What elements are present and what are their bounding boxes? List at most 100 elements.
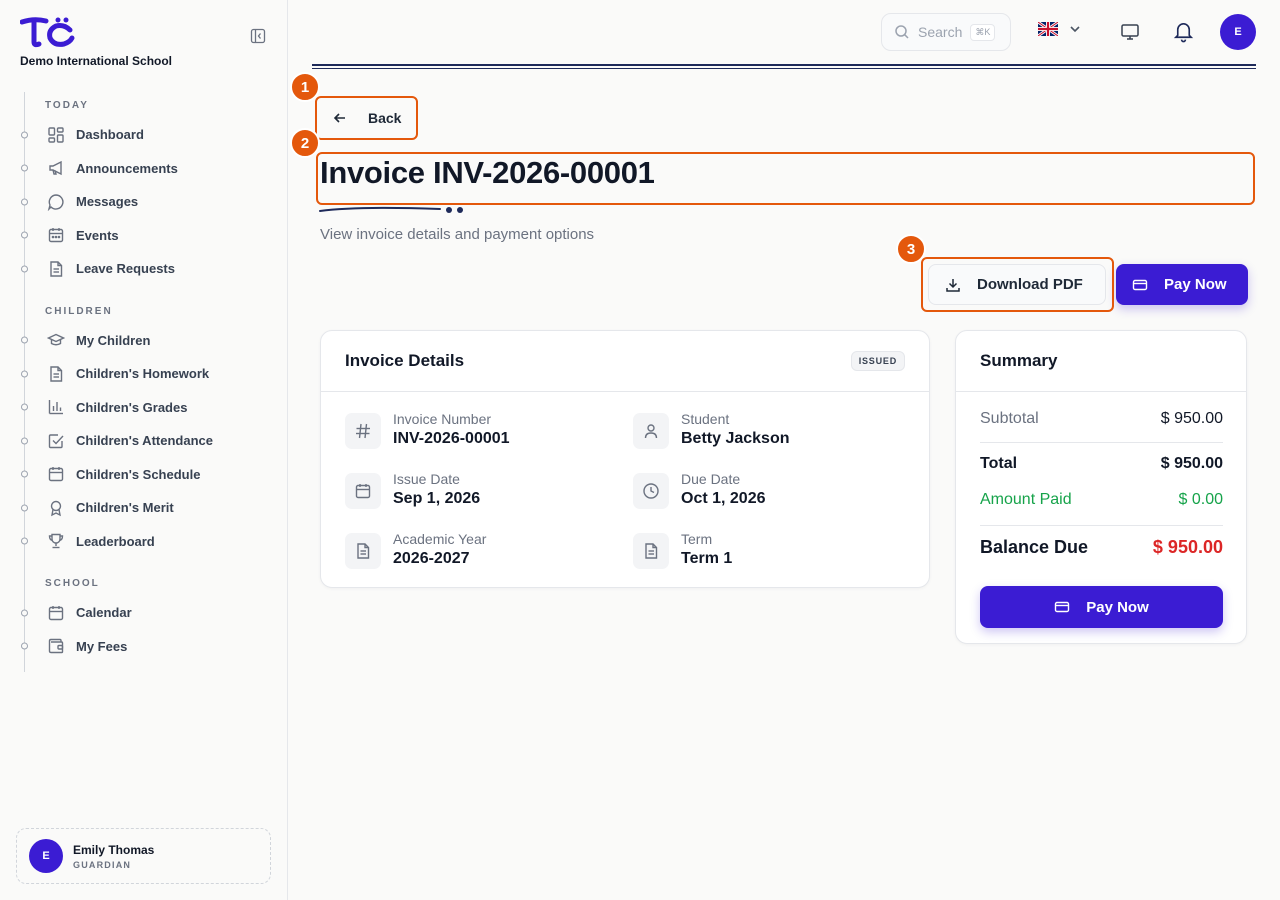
card-title: Summary [980,351,1058,370]
user-avatar[interactable]: E [1220,14,1256,50]
sidebar-item-label: My Fees [76,638,128,654]
chevron-down-icon [1070,26,1080,33]
amount-paid-row: Amount Paid $ 0.00 [980,491,1223,509]
user-card[interactable]: E Emily Thomas GUARDIAN [16,828,271,884]
pay-now-button[interactable]: Pay Now [1116,264,1248,305]
document-icon [50,366,63,382]
search-shortcut: ⌘K [970,23,996,41]
sidebar-item-leaderboard[interactable]: Leaderboard [25,525,274,559]
user-name: Emily Thomas [73,842,155,857]
annotation-badge: 2 [290,128,320,158]
sidebar-item-label: My Children [76,332,151,348]
sidebar-item-label: Children's Schedule [76,466,201,482]
summary-card: Summary Subtotal $ 950.00 Total $ 950.00… [955,330,1247,644]
sidebar-item-my-fees[interactable]: My Fees [25,630,274,664]
nav-section-school: SCHOOL [45,578,100,589]
nav-section-today: TODAY [45,100,89,111]
collapse-sidebar-icon[interactable] [250,28,266,44]
page-subtitle: View invoice details and payment options [320,226,595,243]
annotation-badge: 1 [290,72,320,102]
user-role: GUARDIAN [73,859,132,870]
field-label: Issue Date [393,471,460,487]
sidebar-item-my-children[interactable]: My Children [25,324,274,358]
field-student: Student Betty Jackson [633,411,790,449]
title-underline [319,206,463,213]
annotation-badge: 3 [896,234,926,264]
total-label: Total [980,455,1018,472]
sidebar-nav: TODAY Dashboard Announcements Messages E… [24,92,274,672]
header-divider [312,64,1256,69]
graduation-cap-icon [47,333,65,346]
sidebar: Demo International School TODAY Dashboar… [0,0,288,900]
nav-gap [25,286,274,298]
calendar-icon [48,605,64,620]
sidebar-item-leave-requests[interactable]: Leave Requests [25,252,274,286]
megaphone-icon [49,161,62,176]
language-select[interactable] [1038,22,1082,36]
card-title: Invoice Details [345,351,465,370]
field-value: Term 1 [681,550,733,567]
field-value: 2026-2027 [393,550,470,567]
sidebar-item-events[interactable]: Events [25,219,274,253]
calendar-icon [355,484,371,499]
sidebar-item-label: Children's Attendance [76,433,213,449]
amount-paid-value: $ 0.00 [1178,491,1223,508]
checkbox-icon [48,434,64,448]
status-badge: ISSUED [850,351,905,371]
subtotal-value: $ 950.00 [1160,410,1223,427]
bell-icon[interactable] [1172,20,1195,43]
trophy-icon [48,534,64,549]
user-icon [644,424,658,439]
divider [980,442,1223,443]
summary-pay-now-button[interactable]: Pay Now [980,586,1223,628]
monitor-icon[interactable] [1120,22,1140,42]
nav-gap [25,558,274,570]
subtotal-label: Subtotal [980,410,1039,427]
sidebar-item-label: Dashboard [76,127,144,143]
nav-section-children: CHILDREN [45,305,113,317]
bar-chart-icon [48,400,63,415]
pay-now-label: Pay Now [1164,276,1227,293]
credit-card-icon [1055,601,1070,613]
document-icon [645,543,658,559]
balance-due-label: Balance Due [980,537,1089,557]
total-row: Total $ 950.00 [980,455,1223,473]
field-value: Oct 1, 2026 [681,490,766,507]
sidebar-item-messages[interactable]: Messages [25,185,274,219]
field-value: Betty Jackson [681,430,790,447]
uk-flag-icon [1038,22,1058,36]
search-input[interactable]: Search ⌘K [881,13,1011,51]
document-icon [357,543,370,559]
award-icon [50,500,62,517]
sidebar-item-childrens-merit[interactable]: Children's Merit [25,491,274,525]
field-label: Term [681,531,713,547]
sidebar-item-childrens-homework[interactable]: Children's Homework [25,357,274,391]
sidebar-item-dashboard[interactable]: Dashboard [25,118,274,152]
sidebar-item-label: Calendar [76,605,132,621]
sidebar-item-childrens-grades[interactable]: Children's Grades [25,391,274,425]
annotation-highlight-title [316,152,1255,205]
sidebar-item-label: Announcements [76,160,178,176]
sidebar-item-label: Children's Grades [76,399,188,415]
field-label: Due Date [681,471,741,487]
sidebar-item-announcements[interactable]: Announcements [25,152,274,186]
sidebar-item-calendar[interactable]: Calendar [25,596,274,630]
message-icon [47,194,64,211]
wallet-icon [48,639,64,654]
credit-card-icon [1132,279,1148,290]
search-icon [895,25,909,39]
sidebar-item-childrens-schedule[interactable]: Children's Schedule [25,458,274,492]
annotation-highlight-download [921,257,1114,312]
field-term: Term Term 1 [633,531,733,569]
field-label: Academic Year [393,531,487,547]
clock-icon [643,483,659,499]
field-value: Sep 1, 2026 [393,490,481,507]
sidebar-item-label: Children's Homework [76,366,210,382]
calendar-icon [48,467,64,482]
brand[interactable]: Demo International School [20,16,172,68]
sidebar-item-label: Messages [76,194,139,210]
hash-icon [356,423,370,439]
pay-now-label: Pay Now [1086,598,1149,616]
field-label: Student [681,411,730,427]
sidebar-item-childrens-attendance[interactable]: Children's Attendance [25,424,274,458]
